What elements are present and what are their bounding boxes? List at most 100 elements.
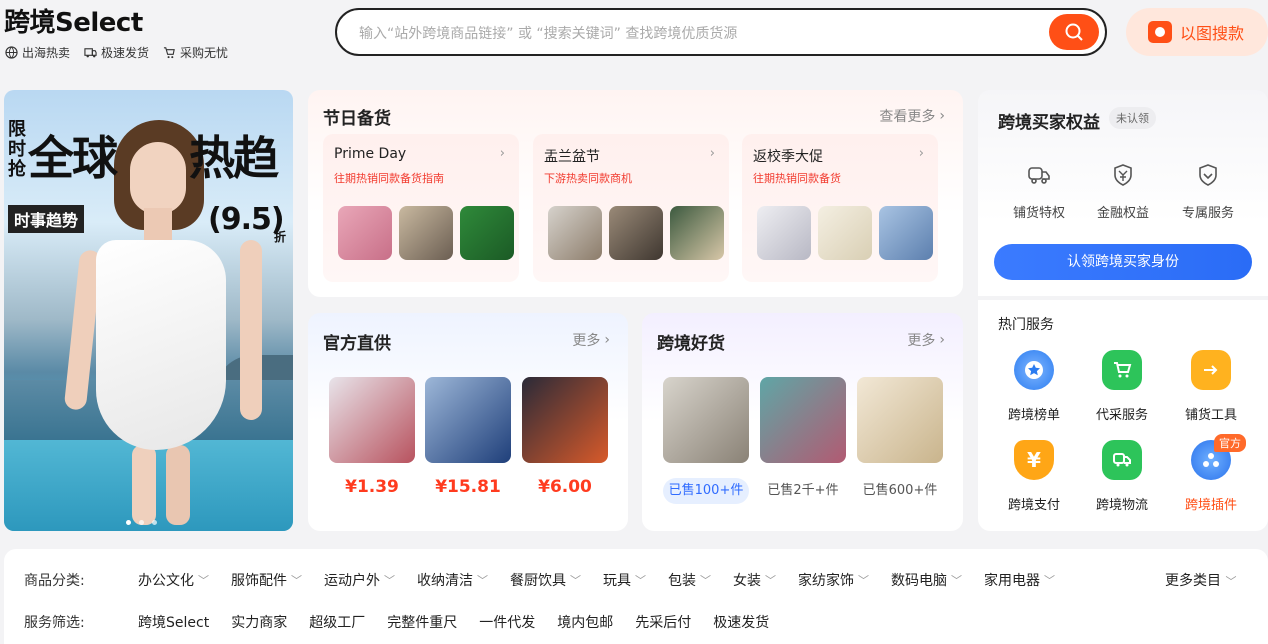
- festival-item-obon[interactable]: 盂兰盆节 › 下游热卖同款商机: [533, 134, 729, 282]
- yuan-shield-icon: [1114, 164, 1132, 186]
- sold-count: 已售600+件: [862, 483, 938, 498]
- chevron-down-icon: ﹀: [765, 574, 776, 587]
- service-filter-list: 跨境Select 实力商家 超级工厂 完整件重尺 一件代发 境内包邮 先采后付 极速发货: [138, 612, 791, 632]
- product-image[interactable]: [857, 377, 943, 463]
- service-purchasing[interactable]: 代采服务: [1085, 350, 1159, 423]
- product-image[interactable]: [329, 377, 415, 463]
- product-thumbnail[interactable]: [609, 206, 663, 260]
- category-item[interactable]: 办公文化 ﹀: [138, 570, 209, 590]
- service-label: 跨境支付: [1007, 498, 1060, 513]
- rights-item-label: 金融权益: [1096, 206, 1149, 221]
- festival-item-name: 返校季大促: [753, 149, 823, 165]
- banner-model-leg: [132, 445, 156, 525]
- banner-subtag: 时事趋势: [8, 205, 85, 233]
- banner-discount-unit: 折: [274, 230, 287, 244]
- category-item[interactable]: 女装 ﹀: [733, 570, 776, 590]
- product-image[interactable]: [663, 377, 749, 463]
- service-filter-item[interactable]: 跨境Select: [138, 612, 209, 632]
- banner-model-face: [130, 142, 186, 214]
- category-item[interactable]: 玩具 ﹀: [603, 570, 646, 590]
- image-search-button[interactable]: 以图搜款: [1126, 8, 1268, 56]
- service-filter-label: 完整件重尺: [387, 615, 458, 631]
- cart-icon: [1114, 362, 1132, 378]
- rights-item-finance[interactable]: 金融权益: [1088, 160, 1158, 221]
- category-item[interactable]: 收纳清洁 ﹀: [417, 570, 488, 590]
- search-bar[interactable]: 输入“站外跨境商品链接” 或 “搜索关键词” 查找跨境优质货源: [335, 8, 1107, 56]
- chevron-down-icon: ﹀: [1225, 575, 1237, 588]
- chevron-down-icon: ﹀: [477, 574, 488, 587]
- rights-item-label: 铺货特权: [1012, 206, 1065, 221]
- claim-identity-button[interactable]: 认领跨境买家身份: [994, 244, 1252, 280]
- product-thumbnail[interactable]: [399, 206, 453, 260]
- category-item[interactable]: 餐厨饮具 ﹀: [510, 570, 581, 590]
- search-button[interactable]: [1049, 14, 1099, 50]
- festival-title: 节日备货: [323, 109, 391, 129]
- tag-label: 采购无忧: [180, 46, 229, 60]
- carousel-dot[interactable]: [152, 520, 157, 525]
- chevron-down-icon: ﹀: [198, 574, 209, 587]
- festival-item-prime-day[interactable]: Prime Day › 往期热销同款备货指南: [323, 134, 519, 282]
- carousel-dots[interactable]: [126, 520, 157, 525]
- service-filter-item[interactable]: 完整件重尺: [387, 612, 457, 632]
- search-input[interactable]: 输入“站外跨境商品链接” 或 “搜索关键词” 查找跨境优质货源: [359, 23, 737, 43]
- category-item-label: 收纳清洁: [417, 573, 473, 589]
- category-item[interactable]: 包装 ﹀: [668, 570, 711, 590]
- rights-item-listing[interactable]: 铺货特权: [1004, 160, 1074, 221]
- category-item-label: 数码电脑: [891, 573, 947, 589]
- service-listing-tool[interactable]: 铺货工具: [1174, 350, 1248, 423]
- festival-item-back-to-school[interactable]: 返校季大促 › 往期热销同款备货: [742, 134, 938, 282]
- product-image[interactable]: [522, 377, 608, 463]
- product-price: ¥1.39: [345, 477, 399, 497]
- service-filter-item[interactable]: 实力商家: [231, 612, 287, 632]
- status-badge: 未认领: [1109, 107, 1156, 129]
- product-thumbnail[interactable]: [338, 206, 392, 260]
- chevron-down-icon: ﹀: [384, 574, 395, 587]
- heart-shield-icon: [1199, 164, 1217, 186]
- site-logo[interactable]: 跨境Select: [4, 2, 143, 39]
- category-item[interactable]: 家用电器 ﹀: [984, 570, 1055, 590]
- product-thumbnail[interactable]: [670, 206, 724, 260]
- service-filter-item[interactable]: 一件代发: [479, 612, 535, 632]
- official-badge: 官方: [1214, 434, 1246, 452]
- service-filter-item[interactable]: 先采后付: [635, 612, 691, 632]
- product-thumbnail[interactable]: [879, 206, 933, 260]
- category-item[interactable]: 家纺家饰 ﹀: [798, 570, 869, 590]
- carousel-dot[interactable]: [139, 520, 144, 525]
- service-filter-item[interactable]: 境内包邮: [557, 612, 613, 632]
- truck-icon: [84, 48, 97, 58]
- banner-model-arm: [240, 240, 262, 420]
- category-item[interactable]: 服饰配件 ﹀: [231, 570, 302, 590]
- category-item[interactable]: 数码电脑 ﹀: [891, 570, 962, 590]
- product-thumbnail[interactable]: [818, 206, 872, 260]
- product-thumbnail[interactable]: [757, 206, 811, 260]
- service-logistics[interactable]: 跨境物流: [1085, 440, 1159, 513]
- more-categories-button[interactable]: 更多类目 ﹀: [1165, 570, 1236, 590]
- carousel-dot[interactable]: [126, 520, 131, 525]
- goods-more-link[interactable]: 更多 ›: [907, 330, 945, 350]
- rights-item-service[interactable]: 专属服务: [1173, 160, 1243, 221]
- image-search-label: 以图搜款: [1180, 24, 1245, 43]
- service-filter-item[interactable]: 极速发货: [713, 612, 769, 632]
- festival-card: 节日备货 查看更多 › Prime Day › 往期热销同款备货指南 盂兰盆节 …: [308, 90, 963, 297]
- official-more-link[interactable]: 更多 ›: [572, 330, 610, 350]
- product-thumbnail[interactable]: [460, 206, 514, 260]
- service-filter-item[interactable]: 超级工厂: [309, 612, 365, 632]
- more-label: 查看更多: [879, 109, 936, 125]
- search-icon: [1065, 23, 1083, 41]
- category-item-label: 家纺家饰: [798, 573, 854, 589]
- service-payment[interactable]: ¥ 跨境支付: [997, 440, 1071, 513]
- promo-banner[interactable]: 限时抢 全球 热趋 时事趋势 (9.5) 折: [4, 90, 293, 531]
- product-image[interactable]: [760, 377, 846, 463]
- product-image[interactable]: [425, 377, 511, 463]
- category-item-label: 包装: [668, 573, 696, 589]
- category-item[interactable]: 运动户外 ﹀: [324, 570, 395, 590]
- product-thumbnail[interactable]: [548, 206, 602, 260]
- category-item-label: 家用电器: [984, 573, 1040, 589]
- festival-more-link[interactable]: 查看更多 ›: [879, 106, 945, 126]
- header-tags: 出海热卖 极速发货 采购无忧: [5, 44, 228, 61]
- service-ranking[interactable]: 跨境榜单: [997, 350, 1071, 423]
- truck-icon: [1113, 453, 1131, 467]
- category-filter: 商品分类: 办公文化 ﹀ 服饰配件 ﹀ 运动户外 ﹀ 收纳清洁 ﹀ 餐厨饮具 ﹀ 玩具 ﹀ 包装 ﹀ 女装 ﹀…: [4, 549, 1268, 644]
- star-badge-icon: [1025, 361, 1043, 379]
- goods-title: 跨境好货: [657, 334, 725, 354]
